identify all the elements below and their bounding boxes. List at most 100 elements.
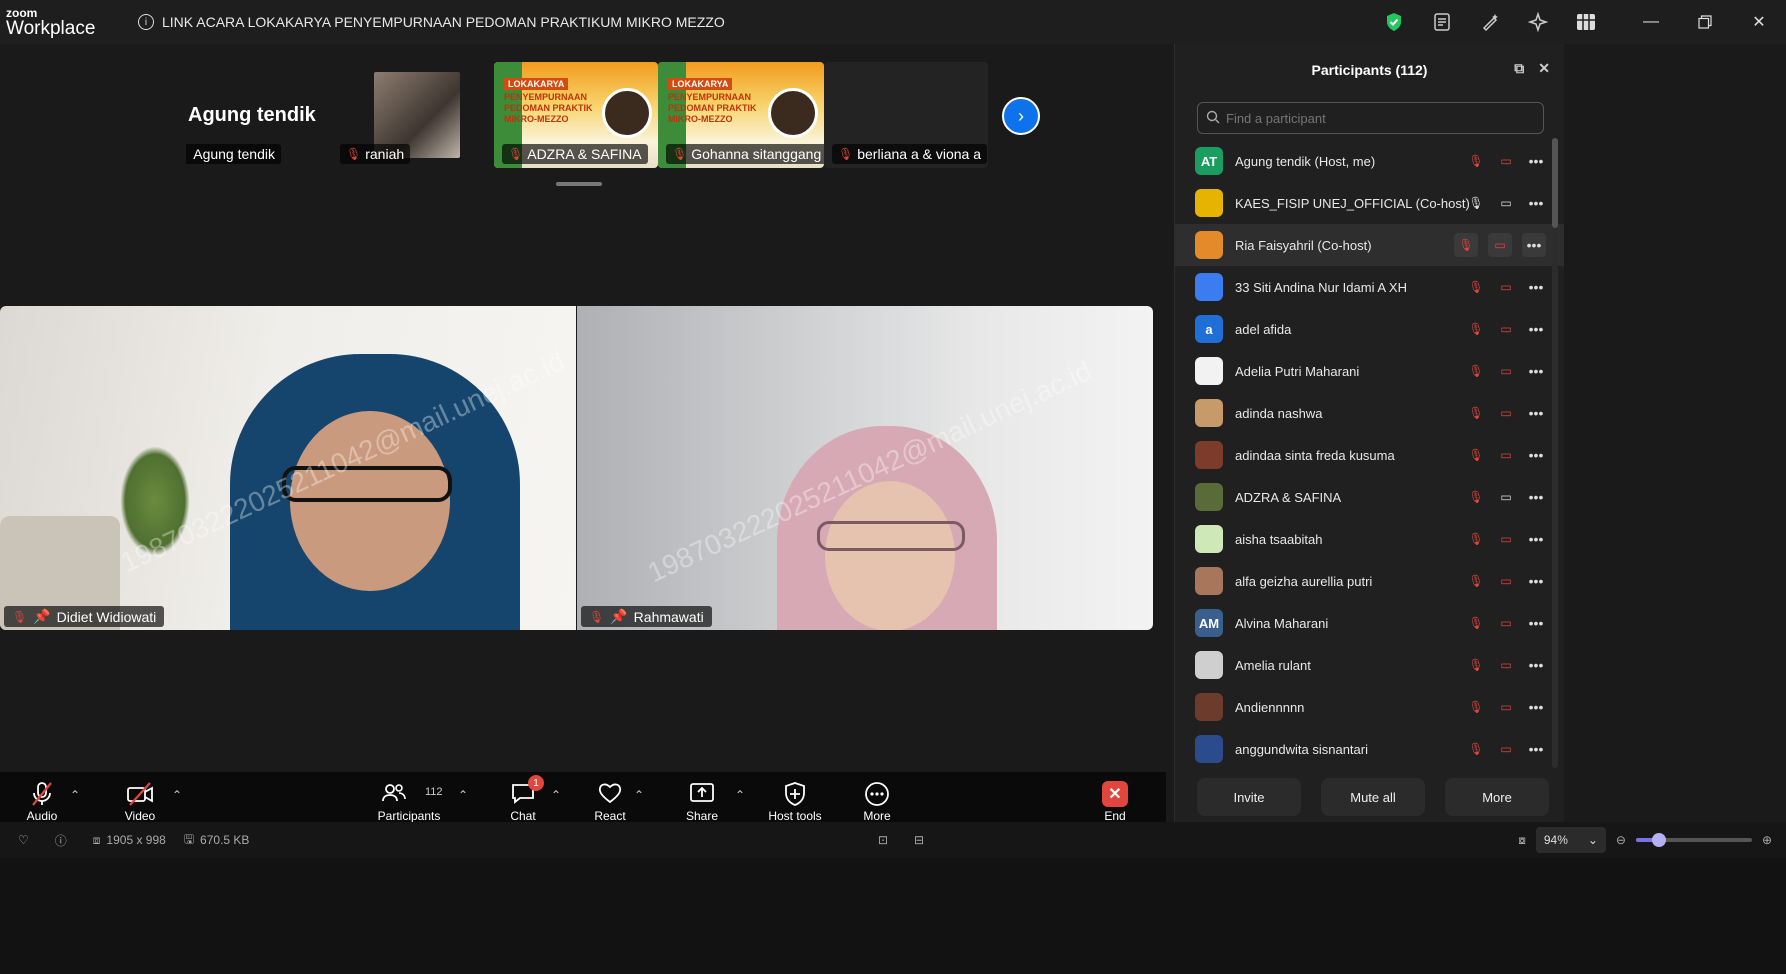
- mic-muted-icon[interactable]: 🎙: [1466, 361, 1486, 381]
- chat-options-caret[interactable]: ⌃: [551, 788, 561, 802]
- panel-scroll-track[interactable]: [1552, 138, 1558, 768]
- camera-off-icon[interactable]: ▭: [1496, 655, 1516, 675]
- participant-more-icon[interactable]: •••: [1522, 233, 1546, 257]
- camera-off-icon[interactable]: ▭: [1496, 613, 1516, 633]
- participant-more-icon[interactable]: •••: [1526, 193, 1546, 213]
- zoom-in-icon[interactable]: ⊕: [1762, 833, 1772, 847]
- participant-row[interactable]: ADZRA & SAFINA 🎙 ▭ •••: [1175, 476, 1564, 518]
- mic-muted-icon[interactable]: 🎙: [1466, 487, 1486, 507]
- info-icon[interactable]: ⓘ: [55, 832, 67, 849]
- participant-row[interactable]: KAES_FISIP UNEJ_OFFICIAL (Co-host) 🎙 ▭ •••: [1175, 182, 1564, 224]
- notes-icon[interactable]: [1418, 0, 1466, 44]
- mic-muted-icon[interactable]: 🎙: [1466, 697, 1486, 717]
- participant-tile[interactable]: LOKAKARYA PENYEMPURNAAN PEDOMAN PRAKTIK …: [658, 62, 824, 168]
- pop-out-icon[interactable]: ⧉: [1514, 60, 1524, 77]
- participant-tile[interactable]: 🎙 raniah: [332, 62, 490, 168]
- react-button[interactable]: React: [590, 772, 630, 823]
- participant-row[interactable]: aisha tsaabitah 🎙 ▭ •••: [1175, 518, 1564, 560]
- participant-more-icon[interactable]: •••: [1526, 571, 1546, 591]
- minimize-icon[interactable]: —: [1624, 0, 1678, 44]
- camera-off-icon[interactable]: ▭: [1496, 697, 1516, 717]
- participant-row[interactable]: alfa geizha aurellia putri 🎙 ▭ •••: [1175, 560, 1564, 602]
- mic-muted-icon[interactable]: 🎙: [1466, 529, 1486, 549]
- mic-muted-icon[interactable]: 🎙: [1466, 655, 1486, 675]
- scan-icon[interactable]: ⊟: [914, 833, 924, 847]
- close-panel-icon[interactable]: ✕: [1538, 60, 1550, 77]
- share-options-caret[interactable]: ⌃: [735, 788, 745, 802]
- more-button[interactable]: More: [860, 772, 894, 823]
- zoom-out-icon[interactable]: ⊖: [1616, 833, 1626, 847]
- apps-icon[interactable]: [1562, 0, 1610, 44]
- audio-options-caret[interactable]: ⌃: [70, 788, 80, 802]
- camera-off-icon[interactable]: ▭: [1496, 529, 1516, 549]
- ai-companion-icon[interactable]: [1514, 0, 1562, 44]
- strip-scroll-indicator[interactable]: [556, 182, 602, 186]
- host-tools-button[interactable]: Host tools: [764, 772, 826, 823]
- participant-row[interactable]: adinda nashwa 🎙 ▭ •••: [1175, 392, 1564, 434]
- participant-row[interactable]: Amelia rulant 🎙 ▭ •••: [1175, 644, 1564, 686]
- video-tile-rahmawati[interactable]: 198703222025211042@mail.unej.ac.id 🎙 📌 R…: [577, 306, 1153, 630]
- participant-more-icon[interactable]: •••: [1526, 151, 1546, 171]
- video-options-caret[interactable]: ⌃: [172, 788, 182, 802]
- camera-off-icon[interactable]: ▭: [1496, 319, 1516, 339]
- search-input[interactable]: [1226, 110, 1526, 126]
- favorite-icon[interactable]: ♡: [18, 833, 29, 847]
- participant-row[interactable]: Ria Faisyahril (Co-host) 🎙 ▭ •••: [1175, 224, 1564, 266]
- participant-more-icon[interactable]: •••: [1526, 739, 1546, 759]
- panel-scrollbar[interactable]: [1552, 138, 1558, 228]
- participant-tile[interactable]: 🎙 berliana a & viona a: [824, 62, 988, 168]
- mic-muted-icon[interactable]: 🎙: [1466, 151, 1486, 171]
- participant-row[interactable]: AM Alvina Maharani 🎙 ▭ •••: [1175, 602, 1564, 644]
- mic-muted-icon[interactable]: 🎙: [1466, 445, 1486, 465]
- mic-muted-icon[interactable]: 🎙: [1466, 277, 1486, 297]
- chat-button[interactable]: 1 Chat: [506, 772, 544, 823]
- participant-row[interactable]: anggundwita sisnantari 🎙 ▭ •••: [1175, 728, 1564, 770]
- participant-more-icon[interactable]: •••: [1526, 361, 1546, 381]
- zoom-slider[interactable]: [1635, 833, 1752, 847]
- participants-options-caret[interactable]: ⌃: [458, 788, 468, 802]
- zoom-slider-knob[interactable]: [1652, 833, 1667, 847]
- camera-off-icon[interactable]: ▭: [1496, 571, 1516, 591]
- camera-icon[interactable]: ▭: [1496, 193, 1516, 213]
- participant-search[interactable]: [1197, 102, 1544, 134]
- participant-row[interactable]: adindaa sinta freda kusuma 🎙 ▭ •••: [1175, 434, 1564, 476]
- participant-row[interactable]: 33 Siti Andina Nur Idami A XH 🎙 ▭ •••: [1175, 266, 1564, 308]
- restore-icon[interactable]: [1678, 0, 1732, 44]
- camera-off-icon[interactable]: ▭: [1496, 151, 1516, 171]
- participant-more-icon[interactable]: •••: [1526, 319, 1546, 339]
- camera-off-icon[interactable]: ▭: [1496, 361, 1516, 381]
- mic-muted-icon[interactable]: 🎙: [1466, 571, 1486, 591]
- participant-more-icon[interactable]: •••: [1526, 445, 1546, 465]
- end-meeting-button[interactable]: ✕ End: [1100, 772, 1130, 823]
- video-tile-didiet[interactable]: 198703222025211042@mail.unej.ac.id 🎙 📌 D…: [0, 306, 576, 630]
- close-icon[interactable]: ✕: [1732, 0, 1786, 44]
- mic-muted-icon[interactable]: 🎙: [1466, 403, 1486, 423]
- meeting-info[interactable]: i LINK ACARA LOKAKARYA PENYEMPURNAAN PED…: [138, 14, 725, 30]
- mute-all-button[interactable]: Mute all: [1321, 778, 1425, 816]
- zoom-select[interactable]: 94% ⌄: [1535, 827, 1606, 853]
- camera-icon[interactable]: ▭: [1496, 487, 1516, 507]
- next-page-button[interactable]: ›: [1002, 97, 1040, 135]
- invite-button[interactable]: Invite: [1197, 778, 1301, 816]
- participant-row[interactable]: Andiennnnn 🎙 ▭ •••: [1175, 686, 1564, 728]
- camera-off-icon[interactable]: ▭: [1496, 739, 1516, 759]
- info-icon[interactable]: i: [138, 14, 154, 30]
- participant-more-icon[interactable]: •••: [1526, 487, 1546, 507]
- video-button[interactable]: Video: [120, 772, 160, 823]
- participant-tile[interactable]: LOKAKARYA PENYEMPURNAAN PEDOMAN PRAKTIK …: [494, 62, 658, 168]
- fit-screen-icon[interactable]: ⊡: [878, 833, 888, 847]
- audio-button[interactable]: Audio: [22, 772, 62, 823]
- mic-muted-icon[interactable]: 🎙: [1466, 613, 1486, 633]
- participant-row[interactable]: a adel afida 🎙 ▭ •••: [1175, 308, 1564, 350]
- camera-off-icon[interactable]: ▭: [1488, 233, 1512, 257]
- participant-more-icon[interactable]: •••: [1526, 613, 1546, 633]
- mic-muted-icon[interactable]: 🎙: [1466, 739, 1486, 759]
- mic-icon[interactable]: 🎙: [1466, 193, 1486, 213]
- share-button[interactable]: Share: [684, 772, 720, 823]
- participant-row[interactable]: Adelia Putri Maharani 🎙 ▭ •••: [1175, 350, 1564, 392]
- participant-more-icon[interactable]: •••: [1526, 277, 1546, 297]
- camera-off-icon[interactable]: ▭: [1496, 277, 1516, 297]
- mic-muted-icon[interactable]: 🎙: [1454, 233, 1478, 257]
- mic-muted-icon[interactable]: 🎙: [1466, 319, 1486, 339]
- participant-more-icon[interactable]: •••: [1526, 529, 1546, 549]
